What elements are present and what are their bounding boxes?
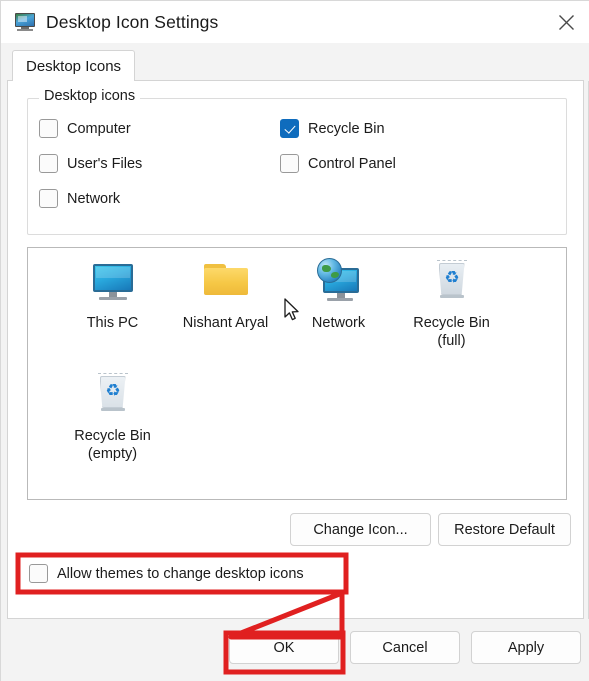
button-label: Change Icon... bbox=[313, 521, 408, 538]
preview-icon-label: Recycle Bin bbox=[413, 315, 490, 331]
preview-icon-label: Network bbox=[311, 315, 366, 331]
checkbox-network[interactable]: Network bbox=[39, 189, 120, 208]
checkbox-computer[interactable]: Computer bbox=[39, 119, 131, 138]
tab-strip: Desktop Icons bbox=[1, 43, 589, 81]
desktop-monitor-icon bbox=[14, 12, 36, 32]
preview-icon-label: Nishant Aryal bbox=[182, 315, 269, 331]
checkbox-box[interactable] bbox=[280, 154, 299, 173]
preview-icon-recycle-bin-full[interactable]: ♻ Recycle Bin (full) bbox=[394, 260, 509, 350]
checkbox-allow-themes[interactable]: Allow themes to change desktop icons bbox=[29, 564, 304, 583]
dialog-footer: OK Cancel Apply bbox=[1, 619, 589, 681]
preview-icon-sublabel: (full) bbox=[437, 333, 466, 349]
change-icon-button[interactable]: Change Icon... bbox=[290, 513, 431, 546]
group-legend: Desktop icons bbox=[39, 88, 141, 104]
button-label: OK bbox=[273, 639, 295, 656]
recycle-bin-empty-icon: ♻ bbox=[89, 373, 137, 423]
folder-icon bbox=[202, 260, 250, 310]
checkbox-label: Control Panel bbox=[308, 155, 396, 172]
button-label: Apply bbox=[507, 639, 545, 656]
checkbox-label: Allow themes to change desktop icons bbox=[57, 565, 304, 582]
checkbox-label: Network bbox=[67, 190, 121, 207]
preview-icon-network[interactable]: Network bbox=[281, 258, 396, 332]
preview-icon-this-pc[interactable]: This PC bbox=[55, 260, 170, 332]
preview-icon-recycle-bin-empty[interactable]: ♻ Recycle Bin (empty) bbox=[55, 373, 170, 463]
apply-button[interactable]: Apply bbox=[471, 631, 581, 664]
window-title: Desktop Icon Settings bbox=[46, 11, 219, 32]
checkbox-box[interactable] bbox=[39, 119, 58, 138]
button-label: Cancel bbox=[382, 639, 428, 656]
close-icon[interactable] bbox=[543, 1, 589, 43]
tab-page: Desktop icons Computer User's Files Netw… bbox=[7, 80, 584, 619]
recycle-bin-full-icon: ♻ bbox=[428, 260, 476, 310]
checkbox-box[interactable] bbox=[39, 189, 58, 208]
monitor-icon bbox=[89, 260, 137, 310]
cancel-button[interactable]: Cancel bbox=[350, 631, 460, 664]
checkbox-users-files[interactable]: User's Files bbox=[39, 154, 142, 173]
checkbox-label: Computer bbox=[67, 120, 131, 137]
desktop-icon-settings-window: Desktop Icon Settings Desktop Icons Desk… bbox=[0, 0, 589, 681]
title-bar: Desktop Icon Settings bbox=[1, 1, 589, 43]
icon-preview-panel: This PC Nishant Aryal Network ♻ Recycle … bbox=[27, 247, 567, 500]
tab-label: Desktop Icons bbox=[26, 57, 122, 75]
preview-icon-label: This PC bbox=[86, 315, 139, 331]
button-label: Restore Default bbox=[454, 521, 555, 538]
checkbox-control-panel[interactable]: Control Panel bbox=[280, 154, 396, 173]
preview-icon-label: Recycle Bin bbox=[74, 428, 151, 444]
checkbox-label: User's Files bbox=[67, 155, 143, 172]
checkbox-box[interactable] bbox=[29, 564, 48, 583]
checkbox-box[interactable] bbox=[39, 154, 58, 173]
ok-button[interactable]: OK bbox=[229, 631, 339, 664]
preview-icon-user-folder[interactable]: Nishant Aryal bbox=[168, 260, 283, 332]
checkbox-recycle-bin[interactable]: Recycle Bin bbox=[280, 119, 385, 138]
network-globe-monitor-icon bbox=[315, 258, 363, 310]
tab-desktop-icons[interactable]: Desktop Icons bbox=[12, 50, 136, 81]
checkbox-box[interactable] bbox=[280, 119, 299, 138]
group-desktop-icons: Desktop icons Computer User's Files Netw… bbox=[27, 88, 567, 235]
preview-icon-sublabel: (empty) bbox=[87, 446, 138, 462]
checkbox-label: Recycle Bin bbox=[308, 120, 385, 137]
restore-default-button[interactable]: Restore Default bbox=[438, 513, 571, 546]
